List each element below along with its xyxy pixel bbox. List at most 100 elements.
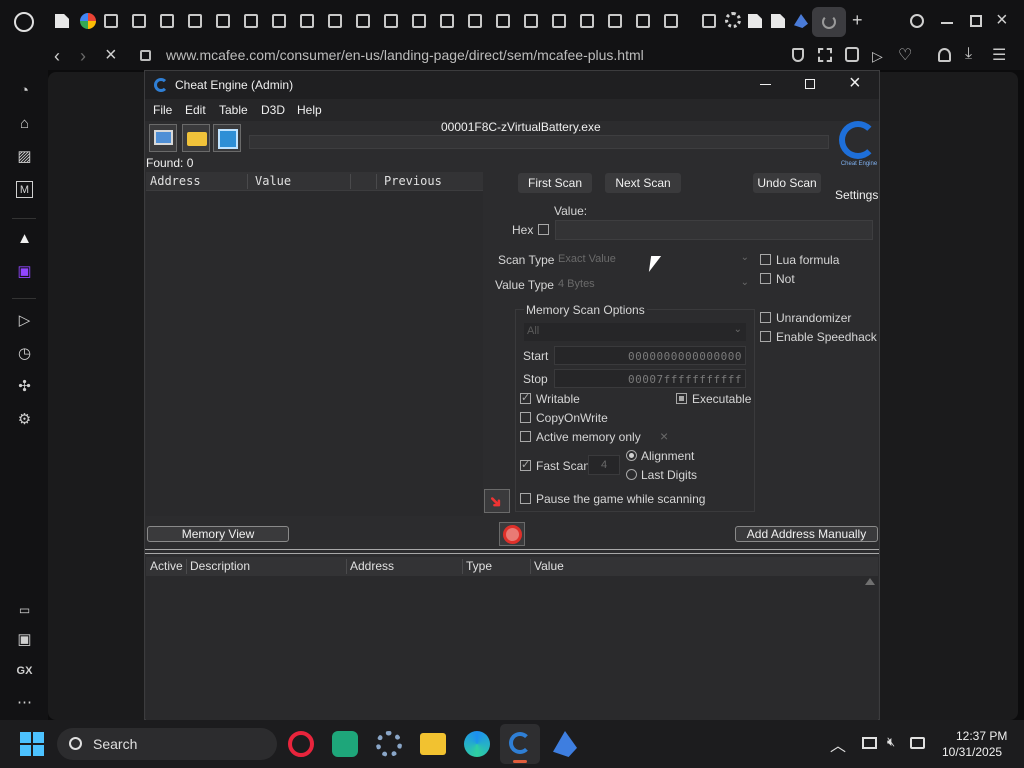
gear-icon[interactable] bbox=[725, 12, 741, 28]
cheat-engine-taskbar-item[interactable] bbox=[500, 724, 540, 764]
network-icon[interactable] bbox=[862, 737, 877, 749]
new-tab-icon[interactable]: + bbox=[852, 10, 863, 31]
battery-app-icon[interactable] bbox=[332, 731, 358, 757]
active-memory-checkbox[interactable] bbox=[520, 431, 531, 442]
tab-grid-icon[interactable] bbox=[132, 14, 146, 28]
tab-grid-icon[interactable] bbox=[524, 14, 538, 28]
file-explorer-icon[interactable] bbox=[420, 733, 446, 755]
memory-view-button[interactable]: Memory View bbox=[147, 526, 289, 542]
column-address[interactable]: Address bbox=[150, 172, 201, 190]
not-checkbox[interactable] bbox=[760, 273, 771, 284]
writable-checkbox[interactable] bbox=[520, 391, 531, 404]
adblock-icon[interactable] bbox=[845, 47, 859, 62]
copyonwrite-checkbox[interactable] bbox=[520, 412, 531, 423]
tab-grid-icon[interactable] bbox=[104, 14, 118, 28]
select-process-button[interactable] bbox=[149, 124, 177, 152]
history-icon[interactable]: ◷ bbox=[16, 345, 33, 362]
menu-d3d[interactable]: D3D bbox=[261, 103, 285, 117]
stop-address-input[interactable]: 00007fffffffffff bbox=[554, 369, 746, 388]
tab-grid-icon[interactable] bbox=[552, 14, 566, 28]
tab-grid-icon[interactable] bbox=[188, 14, 202, 28]
tab-grid-icon[interactable] bbox=[356, 14, 370, 28]
alignment-radio[interactable] bbox=[626, 450, 637, 461]
close-icon[interactable]: × bbox=[849, 72, 861, 95]
add-address-button[interactable]: Add Address Manually bbox=[735, 526, 878, 542]
clock-time[interactable]: 12:37 PM bbox=[956, 729, 1007, 743]
column-value[interactable]: Value bbox=[255, 172, 291, 190]
start-button[interactable] bbox=[20, 732, 44, 756]
settings-icon[interactable]: ⚙ bbox=[16, 411, 33, 428]
close-icon[interactable]: × bbox=[996, 10, 1008, 30]
url-field[interactable]: www.mcafee.com/consumer/en-us/landing-pa… bbox=[166, 47, 644, 63]
scroll-up-icon[interactable] bbox=[865, 578, 875, 585]
show-hidden-icons[interactable]: ︿ bbox=[830, 732, 846, 756]
tab-grid-icon[interactable] bbox=[608, 14, 622, 28]
taskbar-search[interactable]: Search bbox=[57, 728, 277, 760]
start-address-input[interactable]: 0000000000000000 bbox=[554, 346, 746, 365]
restore-icon[interactable] bbox=[970, 15, 982, 27]
column-type[interactable]: Type bbox=[466, 557, 492, 575]
more-icon[interactable]: ⋯ bbox=[16, 694, 33, 711]
forward-icon[interactable]: › bbox=[80, 46, 86, 67]
app-a-icon[interactable]: ▲ bbox=[16, 230, 33, 247]
battery-icon[interactable] bbox=[910, 737, 925, 749]
tab-document-icon[interactable] bbox=[771, 14, 785, 28]
last-digits-radio[interactable] bbox=[626, 469, 637, 480]
opera-gx-icon[interactable] bbox=[288, 731, 314, 757]
crypto-wallet-icon[interactable]: ▨ bbox=[16, 148, 33, 165]
unrandomizer-checkbox[interactable] bbox=[760, 312, 771, 323]
tab-document-icon[interactable] bbox=[748, 14, 762, 28]
easy-setup-icon[interactable]: ☰ bbox=[992, 45, 1006, 65]
tab-grid-icon[interactable] bbox=[580, 14, 594, 28]
twitch-icon[interactable]: ▣ bbox=[16, 263, 33, 280]
messenger-icon[interactable]: M bbox=[16, 181, 33, 198]
scan-arrow-button[interactable]: ➜ bbox=[484, 489, 510, 513]
tab-grid-icon[interactable] bbox=[272, 14, 286, 28]
tab-grid-icon[interactable] bbox=[160, 14, 174, 28]
back-icon[interactable]: ‹ bbox=[54, 46, 60, 67]
send-icon[interactable]: ▷ bbox=[872, 48, 883, 65]
stop-button[interactable] bbox=[499, 522, 525, 546]
tab-grid-icon[interactable] bbox=[496, 14, 510, 28]
address-table[interactable]: Active Description Address Type Value bbox=[146, 557, 878, 720]
minimize-icon[interactable] bbox=[941, 22, 953, 24]
next-scan-button[interactable]: Next Scan bbox=[605, 173, 681, 193]
cpu-limiter-icon[interactable]: ▣ bbox=[16, 631, 33, 648]
speed-dial-icon[interactable]: ◔ bbox=[16, 82, 33, 99]
tab-grid-icon[interactable] bbox=[468, 14, 482, 28]
volume-mute-icon[interactable]: 🔇︎ bbox=[887, 734, 895, 750]
column-previous[interactable]: Previous bbox=[384, 172, 442, 190]
minimize-icon[interactable] bbox=[760, 84, 771, 85]
value-type-select[interactable]: 4 Bytes ⌄ bbox=[555, 276, 753, 294]
lua-formula-checkbox[interactable] bbox=[760, 254, 771, 265]
column-active[interactable]: Active bbox=[150, 557, 183, 575]
splitter[interactable] bbox=[145, 549, 879, 554]
account-icon[interactable] bbox=[938, 48, 951, 62]
cheat-engine-logo[interactable]: Cheat Engine bbox=[835, 119, 879, 183]
download-icon[interactable]: ⤓ bbox=[965, 45, 972, 63]
column-description[interactable]: Description bbox=[190, 557, 250, 575]
pin-icon[interactable] bbox=[792, 48, 804, 62]
settings-link[interactable]: Settings bbox=[835, 188, 878, 202]
tab-app-icon[interactable] bbox=[794, 14, 808, 28]
clock-date[interactable]: 10/31/2025 bbox=[942, 745, 1002, 759]
stop-loading-icon[interactable]: × bbox=[105, 44, 117, 67]
player-icon[interactable]: ▷ bbox=[16, 312, 33, 329]
extensions-icon[interactable]: ✣ bbox=[16, 378, 33, 395]
snapshot-icon[interactable] bbox=[818, 48, 832, 62]
menu-file[interactable]: File bbox=[153, 103, 172, 117]
ram-limiter-icon[interactable]: ▭ bbox=[16, 602, 33, 619]
tab-grid-icon[interactable] bbox=[244, 14, 258, 28]
tab-grid-icon[interactable] bbox=[300, 14, 314, 28]
tab-document-icon[interactable] bbox=[55, 14, 69, 28]
menu-edit[interactable]: Edit bbox=[185, 103, 206, 117]
google-tab-icon[interactable] bbox=[80, 13, 96, 29]
hex-checkbox[interactable] bbox=[538, 224, 549, 235]
title-bar[interactable]: Cheat Engine (Admin) × bbox=[145, 71, 879, 99]
tab-grid-icon[interactable] bbox=[384, 14, 398, 28]
flame-app-icon[interactable] bbox=[553, 731, 577, 757]
open-file-button[interactable] bbox=[182, 124, 210, 152]
gx-control-icon[interactable]: GX bbox=[16, 663, 33, 680]
search-icon[interactable] bbox=[910, 14, 924, 28]
tab-grid-icon[interactable] bbox=[412, 14, 426, 28]
